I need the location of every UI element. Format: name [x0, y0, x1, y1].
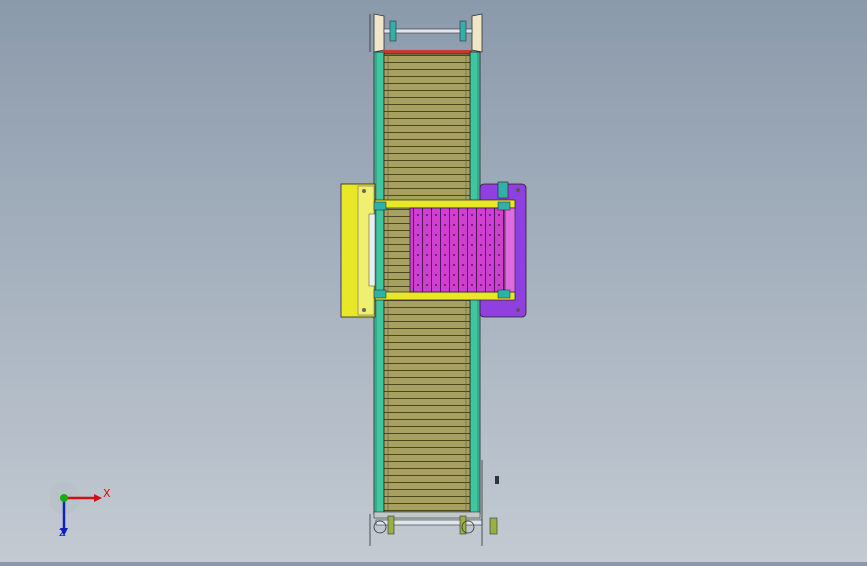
- x-axis-label: X: [103, 487, 111, 500]
- z-axis-label: Z: [59, 528, 66, 539]
- y-axis-icon: [60, 494, 68, 502]
- conveyor-model[interactable]: [0, 0, 867, 562]
- cad-viewport[interactable]: X Z: [0, 0, 867, 562]
- top-drive-assembly[interactable]: [369, 13, 483, 54]
